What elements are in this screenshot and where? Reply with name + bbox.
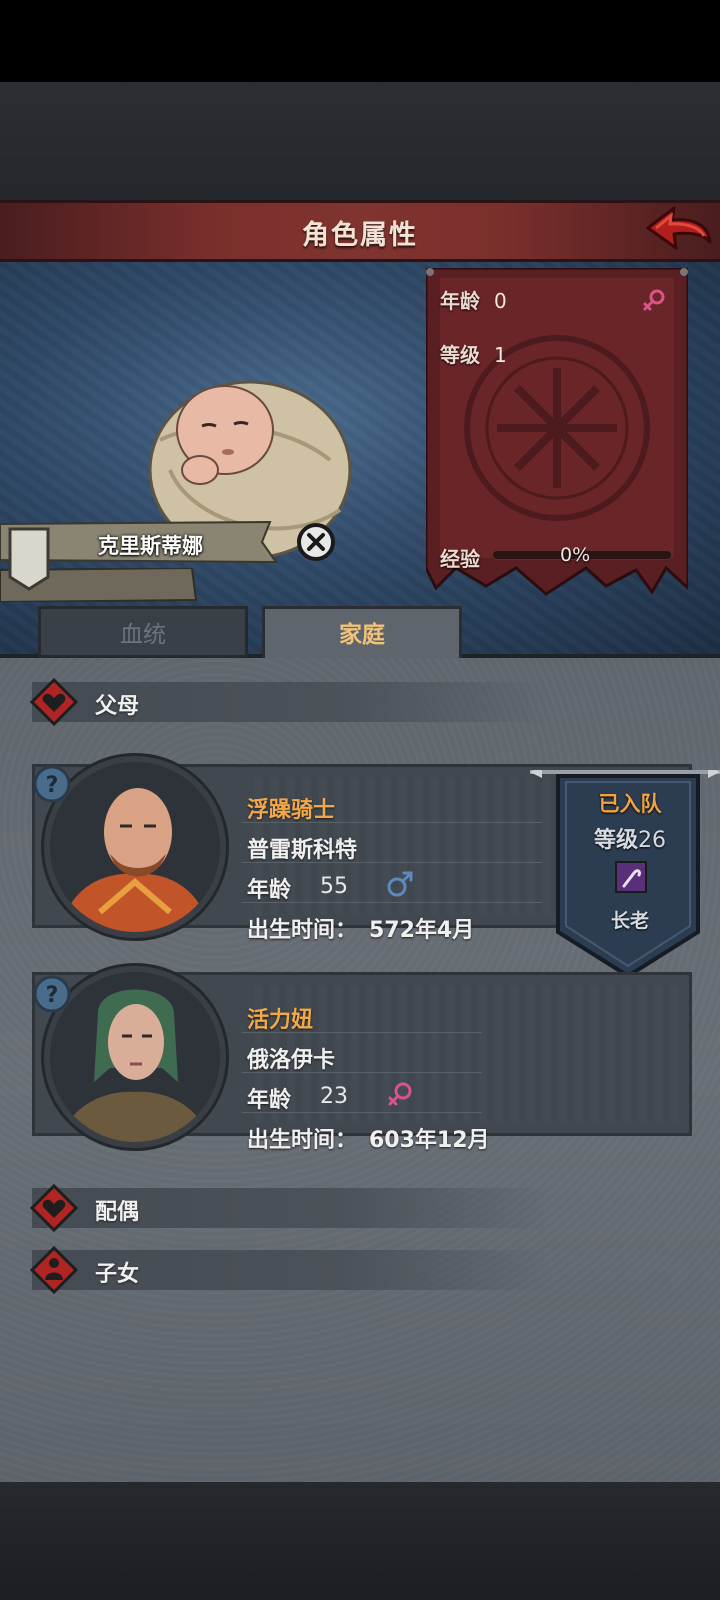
help-icon[interactable]: ? [32, 764, 72, 804]
mother-title: 活力妞 [247, 1008, 314, 1033]
bottom-dark-band [0, 1482, 720, 1600]
page-title: 角色属性 [302, 220, 418, 251]
party-level: 等级26 [560, 822, 700, 854]
level-value: 1 [494, 343, 507, 367]
party-level-label: 等级 [593, 828, 638, 853]
heart-icon [30, 1184, 78, 1232]
spouse-section-label: 配偶 [95, 1200, 140, 1225]
svg-text:?: ? [46, 773, 59, 798]
children-section-label: 子女 [95, 1262, 140, 1287]
father-name: 普雷斯科特 [247, 838, 358, 863]
child-icon [30, 1246, 78, 1294]
tab-bloodline[interactable]: 血统 [38, 606, 248, 658]
father-birth-label: 出生时间： [247, 918, 358, 943]
title-bar: 角色属性 [0, 200, 720, 262]
mother-birth-value: 603年12月 [369, 1128, 490, 1153]
status-bar [0, 0, 720, 82]
character-name: 克里斯蒂娜 [98, 534, 203, 558]
shield-icon [8, 527, 50, 591]
tab-family[interactable]: 家庭 [262, 606, 462, 658]
father-title: 浮躁骑士 [247, 798, 336, 823]
help-icon[interactable]: ? [32, 974, 72, 1014]
close-icon[interactable] [296, 522, 336, 562]
exp-value: 0% [560, 544, 591, 566]
back-arrow-icon[interactable] [644, 204, 714, 258]
father-birth-value: 572年4月 [369, 918, 475, 943]
svg-text:?: ? [46, 983, 59, 1008]
female-icon [388, 1082, 412, 1106]
party-role: 长老 [610, 910, 649, 932]
parents-section-label: 父母 [95, 694, 140, 719]
staff-icon [615, 861, 647, 893]
mother-age-label: 年龄 [247, 1088, 292, 1113]
top-dark-band [0, 82, 720, 200]
heart-icon [30, 678, 78, 726]
age-label: 年龄 [440, 289, 480, 313]
father-age-label: 年龄 [247, 878, 292, 903]
level-row: 等级 1 [440, 339, 507, 368]
age-value: 0 [494, 289, 507, 313]
level-label: 等级 [440, 343, 480, 367]
party-status: 已入队 [598, 792, 662, 816]
father-age-value: 55 [320, 874, 348, 899]
male-icon [387, 871, 413, 897]
mother-name: 俄洛伊卡 [247, 1048, 336, 1073]
mother-age-value: 23 [320, 1084, 348, 1109]
age-row: 年龄 0 [440, 285, 507, 314]
exp-label: 经验 [440, 547, 480, 571]
party-level-value: 26 [638, 828, 666, 853]
female-icon [643, 289, 665, 311]
mother-birth-label: 出生时间： [247, 1128, 358, 1153]
